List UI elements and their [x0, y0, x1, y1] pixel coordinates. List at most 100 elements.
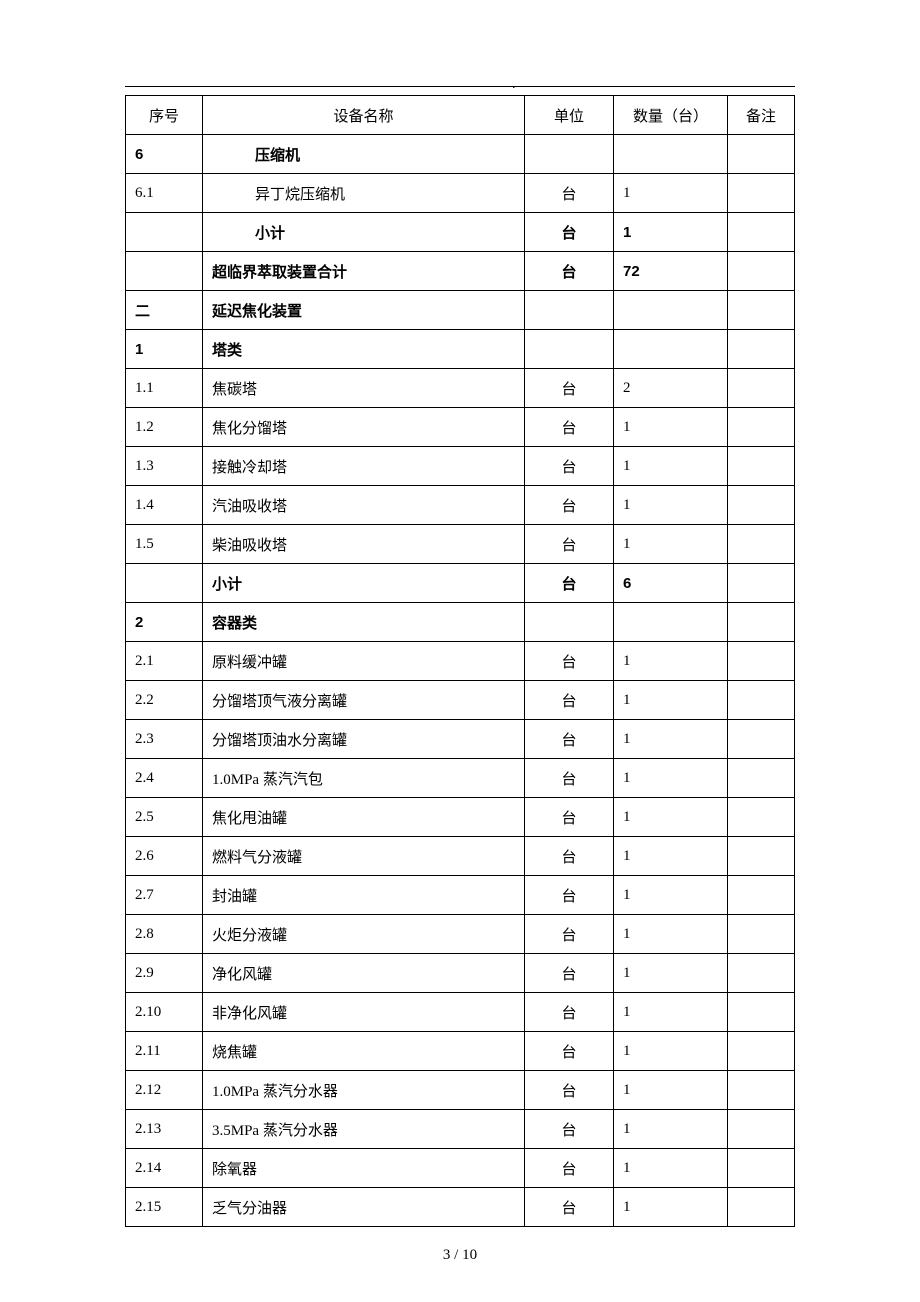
cell-name: 净化风罐: [203, 954, 525, 993]
cell-idx: 2.14: [126, 1149, 203, 1188]
table-row: 2.15乏气分油器台1: [126, 1188, 795, 1227]
cell-idx: 2.5: [126, 798, 203, 837]
table-row: 2.121.0MPa 蒸汽分水器台1: [126, 1071, 795, 1110]
cell-note: [728, 1110, 795, 1149]
cell-name: 1.0MPa 蒸汽分水器: [203, 1071, 525, 1110]
cell-idx: 2.2: [126, 681, 203, 720]
cell-qty: 1: [614, 1071, 728, 1110]
cell-qty: 1: [614, 447, 728, 486]
cell-unit: 台: [525, 525, 614, 564]
cell-qty: 1: [614, 876, 728, 915]
cell-idx: 2.12: [126, 1071, 203, 1110]
cell-unit: 台: [525, 174, 614, 213]
cell-name: 异丁烷压缩机: [203, 174, 525, 213]
cell-qty: 1: [614, 1149, 728, 1188]
cell-qty: 1: [614, 408, 728, 447]
cell-unit: 台: [525, 915, 614, 954]
header-rule: [125, 86, 795, 87]
cell-qty: 1: [614, 213, 728, 252]
cell-idx: [126, 564, 203, 603]
table-header-row: 序号 设备名称 单位 数量（台） 备注: [126, 96, 795, 135]
cell-unit: [525, 135, 614, 174]
cell-unit: 台: [525, 759, 614, 798]
table-row: 1.5柴油吸收塔台1: [126, 525, 795, 564]
table-row: 6压缩机: [126, 135, 795, 174]
table-row: 2.41.0MPa 蒸汽汽包台1: [126, 759, 795, 798]
cell-unit: 台: [525, 1149, 614, 1188]
table-row: 6.1异丁烷压缩机台1: [126, 174, 795, 213]
table-row: 2.10非净化风罐台1: [126, 993, 795, 1032]
table-row: 2.5焦化甩油罐台1: [126, 798, 795, 837]
cell-qty: 1: [614, 1110, 728, 1149]
cell-name: 火炬分液罐: [203, 915, 525, 954]
cell-unit: 台: [525, 486, 614, 525]
cell-unit: 台: [525, 369, 614, 408]
cell-note: [728, 681, 795, 720]
cell-note: [728, 837, 795, 876]
equipment-table: 序号 设备名称 单位 数量（台） 备注 6压缩机6.1异丁烷压缩机台1小计台1超…: [125, 95, 795, 1227]
cell-note: [728, 564, 795, 603]
cell-note: [728, 135, 795, 174]
page-footer: 3 / 10: [0, 1247, 920, 1264]
table-row: 超临界萃取装置合计台72: [126, 252, 795, 291]
cell-note: [728, 759, 795, 798]
cell-qty: 1: [614, 486, 728, 525]
cell-qty: 1: [614, 759, 728, 798]
table-row: 1塔类: [126, 330, 795, 369]
cell-note: [728, 174, 795, 213]
cell-idx: 2.15: [126, 1188, 203, 1227]
cell-qty: 1: [614, 525, 728, 564]
cell-idx: [126, 213, 203, 252]
cell-idx: 1: [126, 330, 203, 369]
cell-name: 3.5MPa 蒸汽分水器: [203, 1110, 525, 1149]
cell-name: 压缩机: [203, 135, 525, 174]
cell-qty: 1: [614, 837, 728, 876]
cell-idx: 2.4: [126, 759, 203, 798]
cell-note: [728, 720, 795, 759]
cell-idx: 2.13: [126, 1110, 203, 1149]
cell-qty: 2: [614, 369, 728, 408]
cell-name: 分馏塔顶气液分离罐: [203, 681, 525, 720]
cell-name: 乏气分油器: [203, 1188, 525, 1227]
cell-unit: [525, 291, 614, 330]
cell-qty: 1: [614, 681, 728, 720]
table-row: 2.9净化风罐台1: [126, 954, 795, 993]
cell-idx: 2.1: [126, 642, 203, 681]
cell-note: [728, 798, 795, 837]
cell-note: [728, 486, 795, 525]
table-row: 1.1焦碳塔台2: [126, 369, 795, 408]
cell-idx: 1.3: [126, 447, 203, 486]
table-row: 2.11烧焦罐台1: [126, 1032, 795, 1071]
cell-idx: 1.5: [126, 525, 203, 564]
cell-qty: 1: [614, 993, 728, 1032]
cell-idx: 二: [126, 291, 203, 330]
cell-unit: 台: [525, 876, 614, 915]
cell-qty: [614, 291, 728, 330]
cell-unit: 台: [525, 954, 614, 993]
table-row: 1.2焦化分馏塔台1: [126, 408, 795, 447]
cell-note: [728, 1071, 795, 1110]
cell-note: [728, 525, 795, 564]
cell-unit: 台: [525, 252, 614, 291]
table-row: 2.8火炬分液罐台1: [126, 915, 795, 954]
cell-name: 焦碳塔: [203, 369, 525, 408]
cell-unit: 台: [525, 1110, 614, 1149]
table-row: 1.4汽油吸收塔台1: [126, 486, 795, 525]
cell-unit: 台: [525, 642, 614, 681]
cell-note: [728, 213, 795, 252]
cell-qty: 1: [614, 798, 728, 837]
cell-note: [728, 642, 795, 681]
cell-note: [728, 876, 795, 915]
cell-unit: [525, 330, 614, 369]
cell-name: 接触冷却塔: [203, 447, 525, 486]
cell-qty: 1: [614, 954, 728, 993]
cell-name: 封油罐: [203, 876, 525, 915]
cell-unit: 台: [525, 993, 614, 1032]
cell-idx: 2.3: [126, 720, 203, 759]
table-row: 2.133.5MPa 蒸汽分水器台1: [126, 1110, 795, 1149]
cell-name: 小计: [203, 564, 525, 603]
cell-note: [728, 603, 795, 642]
table-row: 二延迟焦化装置: [126, 291, 795, 330]
cell-note: [728, 252, 795, 291]
cell-name: 非净化风罐: [203, 993, 525, 1032]
